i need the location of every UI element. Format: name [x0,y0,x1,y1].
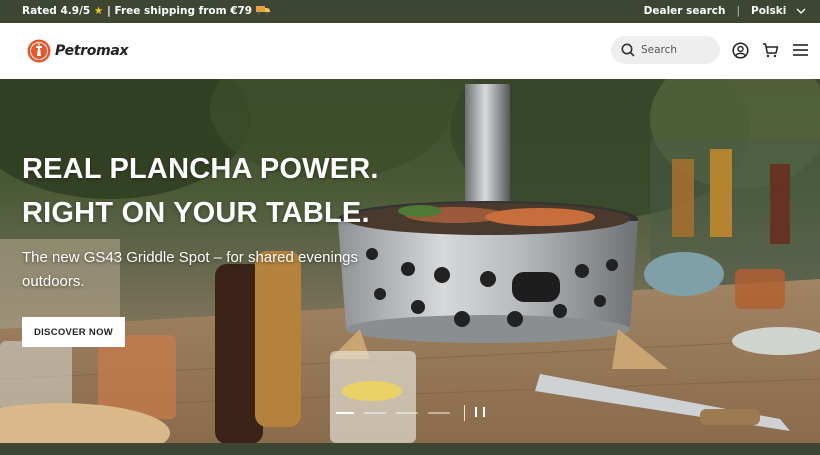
menu-icon [792,44,808,56]
slide-indicator-2[interactable] [364,412,386,414]
hero-title-line2: RIGHT ON YOUR TABLE. [22,197,370,229]
rating-text: Rated 4.9/5 [22,5,91,17]
star-icon: ★ [93,5,104,17]
separator: | [736,5,740,17]
language-selector[interactable]: Polski [751,5,806,17]
top-bar: Rated 4.9/5 ★ | Free shipping from €79 D… [0,0,820,23]
search-box[interactable]: Search [611,36,720,64]
menu-button[interactable] [790,40,810,60]
slide-divider [464,405,465,421]
shipping-text: | Free shipping from €79 [106,5,253,17]
slide-indicator-1[interactable] [336,412,354,414]
promo-text: Rated 4.9/5 ★ | Free shipping from €79 [22,5,270,17]
slide-indicator-4[interactable] [428,412,450,414]
account-icon [731,41,749,59]
hero-title: REAL PLANCHA POWER. RIGHT ON YOUR TABLE. [22,147,379,235]
logo-text: Petromax [55,43,129,59]
discover-now-button[interactable]: DISCOVER NOW [22,317,125,347]
cart-icon [762,42,778,57]
slide-controls [336,405,485,421]
account-button[interactable] [730,40,750,60]
slide-indicator-3[interactable] [396,412,418,414]
language-label: Polski [751,5,787,17]
pause-icon[interactable] [475,407,485,419]
hero-title-line1: REAL PLANCHA POWER. [22,153,379,185]
logo[interactable]: Petromax [27,39,129,63]
chevron-down-icon [796,5,806,17]
cart-button[interactable] [760,40,780,60]
hero-subtitle: The new GS43 Griddle Spot – for shared e… [22,249,359,290]
search-label: Search [641,44,678,56]
search-icon [621,43,635,57]
truck-icon [255,5,270,17]
bottom-band [0,443,820,455]
logo-mark-icon [27,39,51,63]
dealer-search-link[interactable]: Dealer search [644,5,726,17]
site-header: Petromax Search [0,23,820,79]
hero-banner: REAL PLANCHA POWER. RIGHT ON YOUR TABLE.… [0,79,820,443]
